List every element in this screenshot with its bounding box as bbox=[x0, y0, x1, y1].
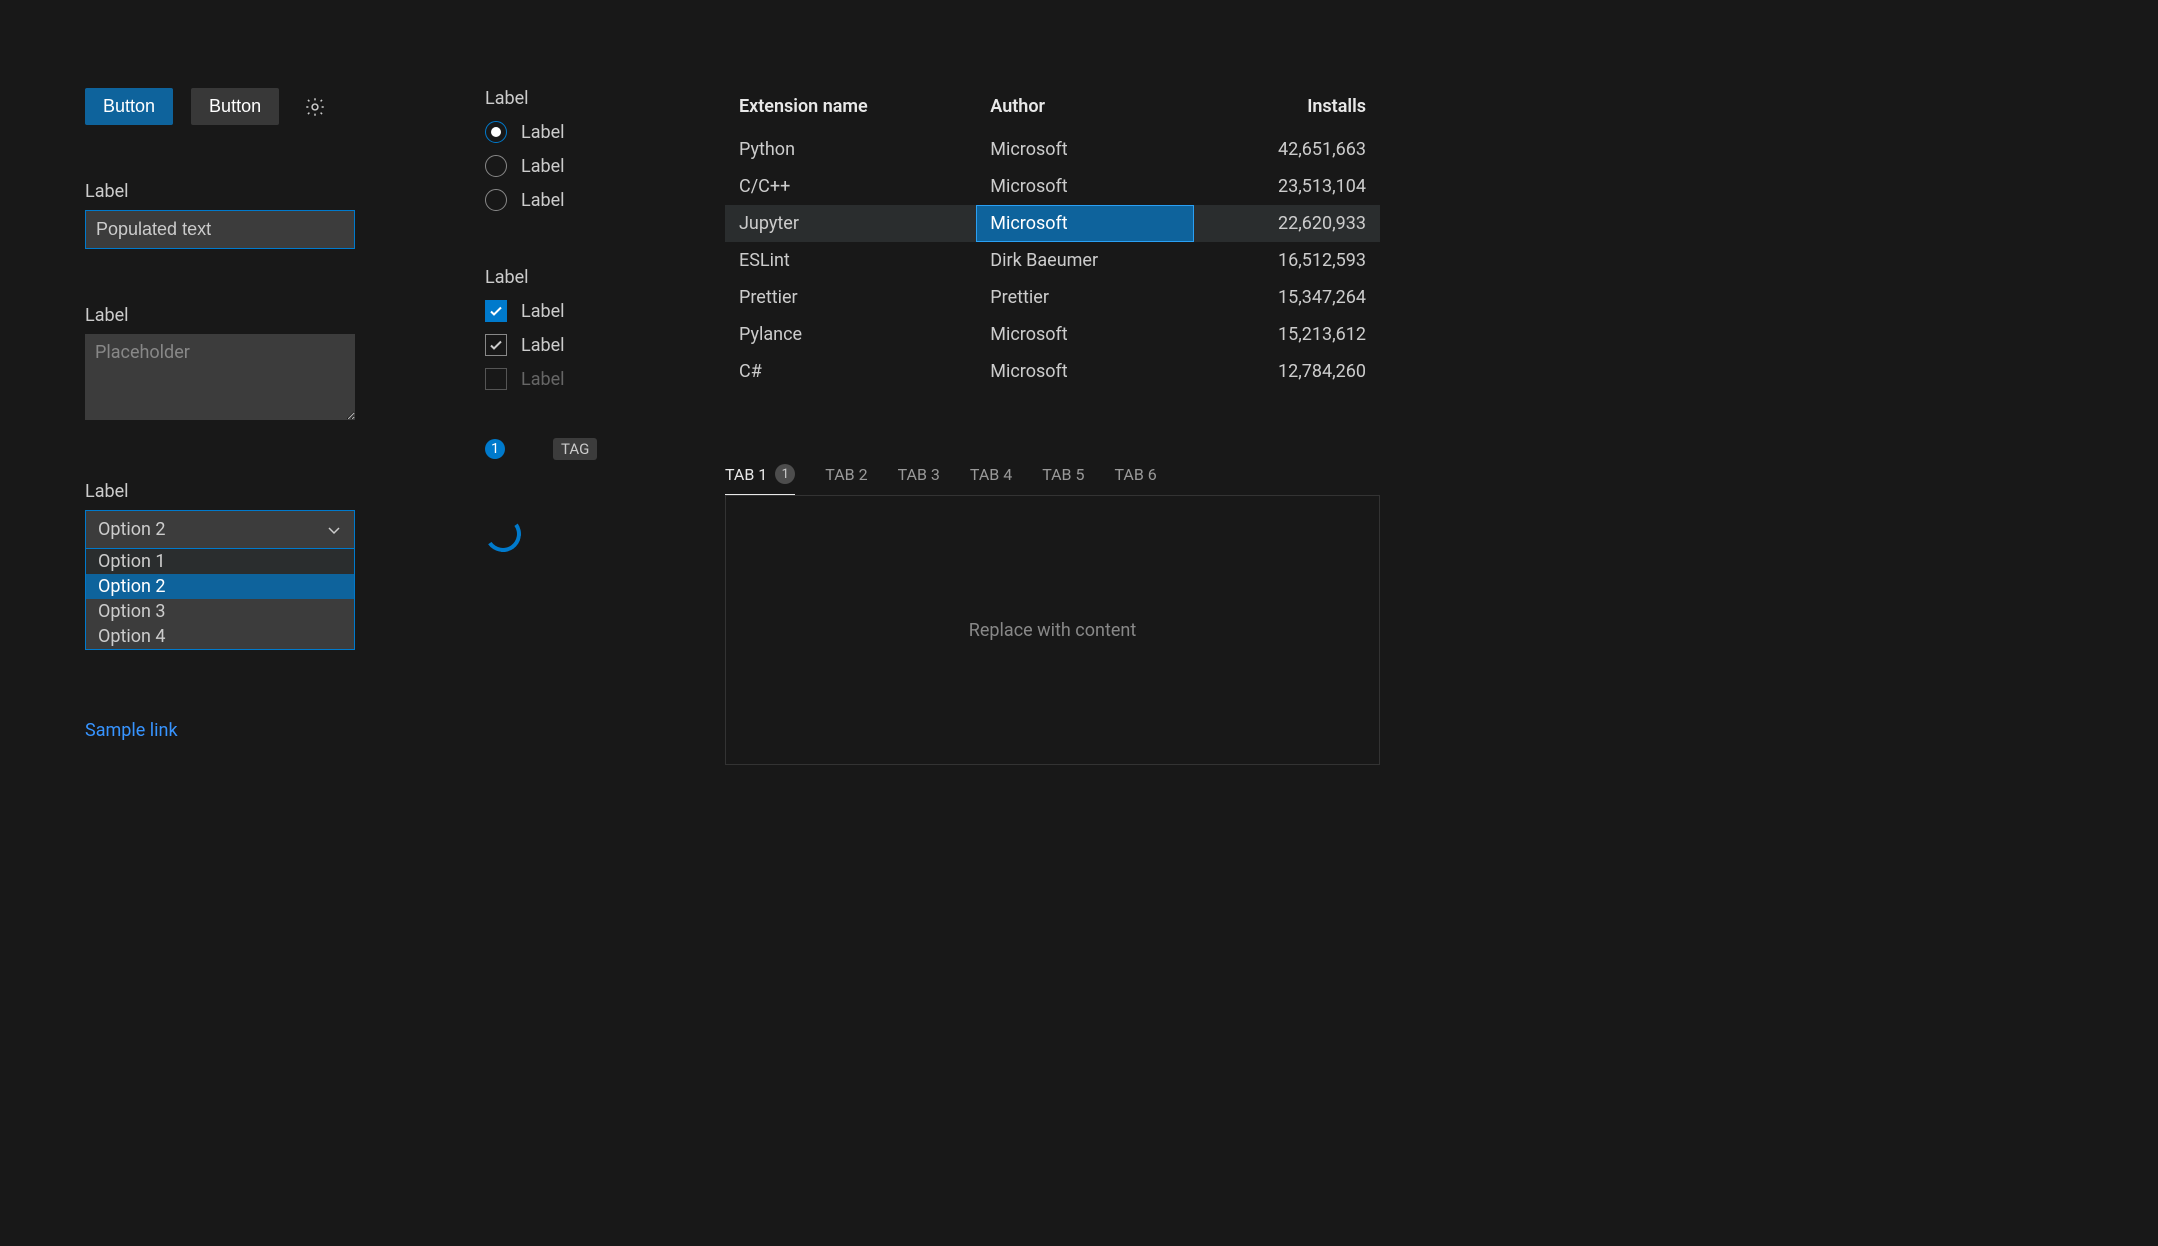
col-author[interactable]: Author bbox=[976, 88, 1194, 131]
checkbox-group-label: Label bbox=[485, 267, 685, 288]
button-row: Button Button bbox=[85, 88, 385, 125]
tab[interactable]: TAB 1 1 bbox=[725, 458, 795, 495]
cell-extension-name[interactable]: Pylance bbox=[725, 316, 976, 353]
select-dropdown: Option 1Option 2Option 3Option 4 bbox=[85, 549, 355, 650]
textarea[interactable] bbox=[85, 334, 355, 420]
checkbox-option: Label bbox=[485, 368, 685, 390]
radio-label: Label bbox=[521, 156, 565, 177]
tabs-container: TAB 1 1 TAB 2 TAB 3 TAB 4 TAB 5 TAB 6 Replace … bbox=[725, 458, 1380, 765]
checkbox-label: Label bbox=[521, 369, 565, 390]
select-option[interactable]: Option 2 bbox=[86, 574, 354, 599]
cell-installs[interactable]: 15,347,264 bbox=[1194, 279, 1380, 316]
select-option[interactable]: Option 4 bbox=[86, 624, 354, 649]
cell-extension-name[interactable]: Python bbox=[725, 131, 976, 168]
col-installs[interactable]: Installs bbox=[1194, 88, 1380, 131]
table-row[interactable]: JupyterMicrosoft22,620,933 bbox=[725, 205, 1380, 242]
chevron-down-icon bbox=[326, 522, 342, 538]
text-input-group: Label bbox=[85, 181, 385, 249]
textarea-group: Label bbox=[85, 305, 385, 425]
tab[interactable]: TAB 5 bbox=[1042, 458, 1084, 495]
tag: TAG bbox=[553, 438, 597, 460]
cell-author[interactable]: Microsoft bbox=[976, 353, 1194, 390]
badge-tag-row: 1 TAG bbox=[485, 438, 685, 460]
tab[interactable]: TAB 6 bbox=[1114, 458, 1156, 495]
cell-extension-name[interactable]: C/C++ bbox=[725, 168, 976, 205]
table-row[interactable]: C/C++Microsoft23,513,104 bbox=[725, 168, 1380, 205]
checkbox-label: Label bbox=[521, 335, 565, 356]
cell-installs[interactable]: 23,513,104 bbox=[1194, 168, 1380, 205]
cell-installs[interactable]: 22,620,933 bbox=[1194, 205, 1380, 242]
count-badge: 1 bbox=[485, 439, 505, 459]
table-row[interactable]: ESLintDirk Baeumer16,512,593 bbox=[725, 242, 1380, 279]
cell-installs[interactable]: 15,213,612 bbox=[1194, 316, 1380, 353]
cell-author[interactable]: Microsoft bbox=[976, 131, 1194, 168]
radio-label: Label bbox=[521, 122, 565, 143]
tab-content: Replace with content bbox=[725, 495, 1380, 765]
tab-label: TAB 5 bbox=[1042, 465, 1084, 484]
select-box[interactable]: Option 2 bbox=[85, 510, 355, 549]
col-extension-name[interactable]: Extension name bbox=[725, 88, 976, 131]
secondary-button[interactable]: Button bbox=[191, 88, 279, 125]
select-option[interactable]: Option 1 bbox=[86, 549, 354, 574]
extensions-table: Extension name Author Installs PythonMic… bbox=[725, 88, 1380, 390]
text-input-label: Label bbox=[85, 181, 385, 202]
cell-author[interactable]: Microsoft bbox=[976, 316, 1194, 353]
cell-extension-name[interactable]: Jupyter bbox=[725, 205, 976, 242]
radio-group-label: Label bbox=[485, 88, 685, 109]
text-input[interactable] bbox=[85, 210, 355, 249]
loading-spinner-icon bbox=[482, 513, 524, 555]
checkbox-option[interactable]: Label bbox=[485, 334, 685, 356]
cell-installs[interactable]: 16,512,593 bbox=[1194, 242, 1380, 279]
cell-author[interactable]: Microsoft bbox=[976, 168, 1194, 205]
sample-link[interactable]: Sample link bbox=[85, 720, 178, 741]
checkbox-icon bbox=[485, 334, 507, 356]
table-row[interactable]: PythonMicrosoft42,651,663 bbox=[725, 131, 1380, 168]
tab[interactable]: TAB 4 bbox=[970, 458, 1012, 495]
settings-icon-button[interactable] bbox=[297, 89, 333, 125]
cell-author[interactable]: Microsoft bbox=[976, 205, 1194, 242]
primary-button[interactable]: Button bbox=[85, 88, 173, 125]
cell-author[interactable]: Prettier bbox=[976, 279, 1194, 316]
select-value: Option 2 bbox=[98, 519, 166, 540]
tab[interactable]: TAB 2 bbox=[825, 458, 867, 495]
radio-label: Label bbox=[521, 190, 565, 211]
radio-option[interactable]: Label bbox=[485, 189, 685, 211]
gear-icon bbox=[304, 96, 326, 118]
checkbox-option[interactable]: Label bbox=[485, 300, 685, 322]
radio-option[interactable]: Label bbox=[485, 155, 685, 177]
checkbox-group: Label Label Label Label bbox=[485, 267, 685, 390]
radio-group: Label Label Label Label bbox=[485, 88, 685, 211]
cell-extension-name[interactable]: ESLint bbox=[725, 242, 976, 279]
tab[interactable]: TAB 3 bbox=[898, 458, 940, 495]
table-row[interactable]: C#Microsoft12,784,260 bbox=[725, 353, 1380, 390]
cell-installs[interactable]: 12,784,260 bbox=[1194, 353, 1380, 390]
radio-icon bbox=[485, 189, 507, 211]
tab-label: TAB 4 bbox=[970, 465, 1012, 484]
tab-label: TAB 1 bbox=[725, 465, 767, 484]
tab-label: TAB 3 bbox=[898, 465, 940, 484]
radio-icon bbox=[485, 121, 507, 143]
checkbox-icon bbox=[485, 368, 507, 390]
tab-badge: 1 bbox=[775, 464, 795, 484]
textarea-label: Label bbox=[85, 305, 385, 326]
cell-extension-name[interactable]: Prettier bbox=[725, 279, 976, 316]
table-row[interactable]: PrettierPrettier15,347,264 bbox=[725, 279, 1380, 316]
tab-label: TAB 2 bbox=[825, 465, 867, 484]
cell-installs[interactable]: 42,651,663 bbox=[1194, 131, 1380, 168]
checkbox-icon bbox=[485, 300, 507, 322]
radio-option[interactable]: Label bbox=[485, 121, 685, 143]
select-option[interactable]: Option 3 bbox=[86, 599, 354, 624]
select-group: Label Option 2 Option 1Option 2Option 3O… bbox=[85, 481, 385, 650]
cell-extension-name[interactable]: C# bbox=[725, 353, 976, 390]
table-row[interactable]: PylanceMicrosoft15,213,612 bbox=[725, 316, 1380, 353]
radio-icon bbox=[485, 155, 507, 177]
tab-label: TAB 6 bbox=[1114, 465, 1156, 484]
checkbox-label: Label bbox=[521, 301, 565, 322]
select-label: Label bbox=[85, 481, 385, 502]
cell-author[interactable]: Dirk Baeumer bbox=[976, 242, 1194, 279]
